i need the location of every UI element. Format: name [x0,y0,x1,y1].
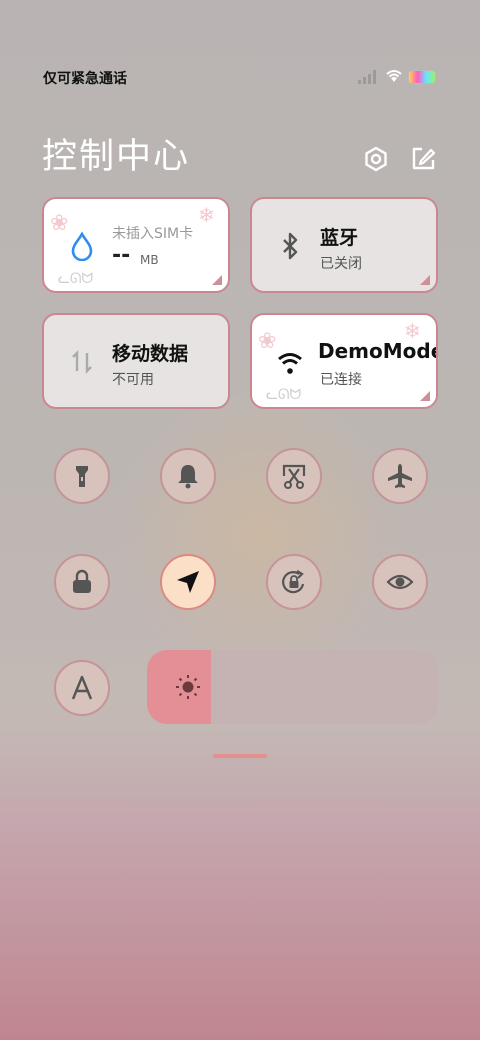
expand-corner-icon [420,391,430,401]
sun-icon [176,675,200,699]
wifi-status-icon [386,70,402,82]
lock-screen-toggle[interactable] [54,554,110,610]
status-bar: 仅可紧急通话 [0,60,480,92]
reading-mode-toggle[interactable] [372,554,428,610]
background-glow [110,380,410,680]
expand-corner-icon [420,275,430,285]
expand-corner-icon [212,275,222,285]
font-size-toggle[interactable] [54,660,110,716]
rotation-lock-icon [282,570,305,594]
data-usage-tile[interactable]: ❀ ❄ 未插入SIM卡 -- MB ᓚᘏᗢ [42,197,230,293]
location-toggle[interactable] [160,554,216,610]
screenshot-toggle[interactable] [266,448,322,504]
signal-icon [358,70,376,84]
mobile-data-tile[interactable]: 移动数据 不可用 [42,313,230,409]
water-drop-icon [71,231,93,261]
airplane-mode-toggle[interactable] [372,448,428,504]
wifi-network-name: DemoMode [318,339,438,363]
eye-icon [386,574,414,590]
sim-status-label: 未插入SIM卡 [112,226,194,242]
flower-decoration: ❀ [258,329,277,354]
drag-handle[interactable] [213,754,267,758]
bluetooth-tile[interactable]: 蓝牙 已关闭 [250,197,438,293]
cat-decoration: ᓚᘏᗢ [58,271,94,287]
cat-decoration: ᓚᘏᗢ [266,387,302,403]
bluetooth-icon [283,232,298,260]
wifi-icon [278,353,302,374]
screenshot-icon [282,464,306,489]
bluetooth-state: 已关闭 [320,256,362,272]
lock-icon [73,569,91,593]
wifi-state: 已连接 [320,372,362,388]
rotation-lock-toggle[interactable] [266,554,322,610]
data-usage-unit: MB [140,253,159,267]
location-icon [177,571,199,593]
page-title: 控制中心 [42,137,191,177]
airplane-icon [388,464,412,488]
wifi-tile[interactable]: ❀ ❄ DemoMode 已连接 ᓚᘏᗢ [250,313,438,409]
sound-toggle[interactable] [160,448,216,504]
brightness-slider[interactable] [147,650,438,724]
flashlight-toggle[interactable] [54,448,110,504]
bluetooth-label: 蓝牙 [320,227,359,249]
font-icon [71,675,93,700]
battery-icon [408,70,436,84]
mobile-data-label: 移动数据 [112,343,189,365]
mobile-data-icon [72,350,92,374]
flashlight-icon [76,466,88,487]
bell-icon [178,465,198,489]
edit-icon[interactable] [409,145,437,173]
flower-decoration: ❄ [198,203,215,227]
data-usage-value: -- [112,243,131,268]
flower-decoration: ❀ [50,211,69,236]
carrier-status: 仅可紧急通话 [43,71,127,87]
settings-icon[interactable] [362,145,390,173]
mobile-data-state: 不可用 [112,372,154,388]
